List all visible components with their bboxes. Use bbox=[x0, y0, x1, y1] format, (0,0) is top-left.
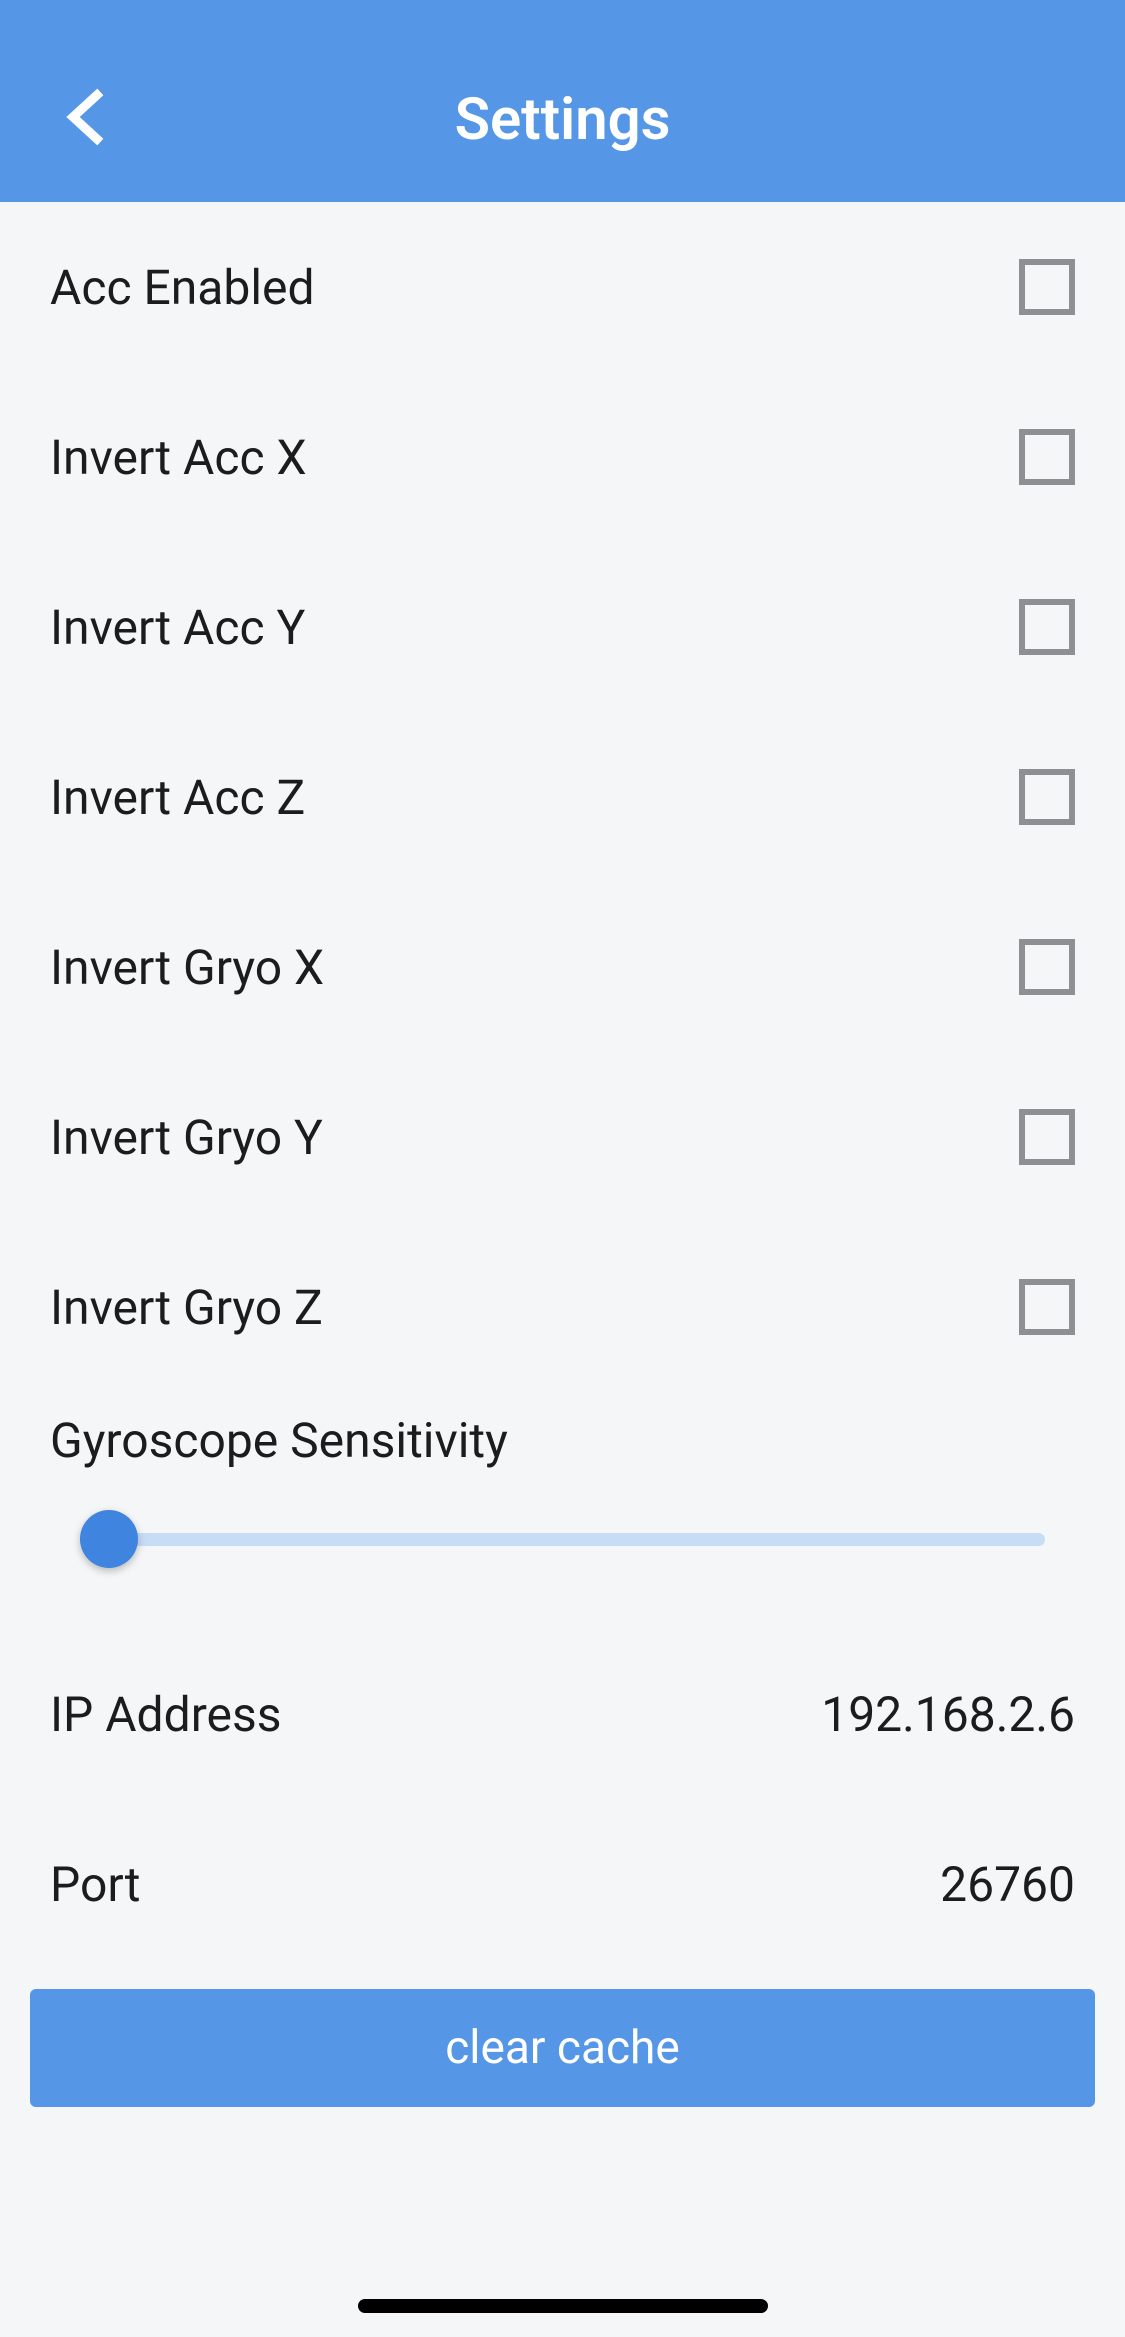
checkbox-invert-acc-x[interactable] bbox=[1019, 429, 1075, 485]
row-invert-gryo-y[interactable]: Invert Gryo Y bbox=[0, 1052, 1125, 1222]
back-button[interactable] bbox=[55, 87, 115, 147]
ip-address-value: 192.168.2.6 bbox=[821, 1686, 1075, 1743]
row-acc-enabled[interactable]: Acc Enabled bbox=[0, 202, 1125, 372]
ip-address-label: IP Address bbox=[50, 1686, 282, 1743]
row-ip-address[interactable]: IP Address 192.168.2.6 bbox=[0, 1629, 1125, 1799]
row-invert-acc-y[interactable]: Invert Acc Y bbox=[0, 542, 1125, 712]
row-label: Invert Gryo Z bbox=[50, 1279, 323, 1336]
checkbox-acc-enabled[interactable] bbox=[1019, 259, 1075, 315]
row-label: Invert Acc Z bbox=[50, 769, 305, 826]
gyroscope-sensitivity-section: Gyroscope Sensitivity bbox=[0, 1392, 1125, 1629]
row-invert-gryo-x[interactable]: Invert Gryo X bbox=[0, 882, 1125, 1052]
page-title: Settings bbox=[455, 86, 671, 154]
port-value: 26760 bbox=[940, 1856, 1075, 1913]
checkbox-invert-gryo-y[interactable] bbox=[1019, 1109, 1075, 1165]
row-port[interactable]: Port 26760 bbox=[0, 1799, 1125, 1969]
row-label: Invert Acc Y bbox=[50, 599, 305, 656]
header: Settings bbox=[0, 0, 1125, 202]
checkbox-invert-acc-y[interactable] bbox=[1019, 599, 1075, 655]
row-label: Acc Enabled bbox=[50, 259, 315, 316]
clear-cache-button[interactable]: clear cache bbox=[30, 1989, 1095, 2107]
settings-list: Acc Enabled Invert Acc X Invert Acc Y In… bbox=[0, 202, 1125, 2107]
slider-label: Gyroscope Sensitivity bbox=[50, 1412, 1075, 1469]
checkbox-invert-acc-z[interactable] bbox=[1019, 769, 1075, 825]
checkbox-invert-gryo-x[interactable] bbox=[1019, 939, 1075, 995]
checkbox-invert-gryo-z[interactable] bbox=[1019, 1279, 1075, 1335]
slider-thumb[interactable] bbox=[80, 1510, 138, 1568]
port-label: Port bbox=[50, 1856, 141, 1913]
row-label: Invert Gryo X bbox=[50, 939, 324, 996]
row-label: Invert Acc X bbox=[50, 429, 307, 486]
home-indicator[interactable] bbox=[358, 2299, 768, 2313]
row-label: Invert Gryo Y bbox=[50, 1109, 323, 1166]
row-invert-gryo-z[interactable]: Invert Gryo Z bbox=[0, 1222, 1125, 1392]
chevron-left-icon bbox=[65, 87, 105, 147]
gyroscope-sensitivity-slider[interactable] bbox=[50, 1509, 1075, 1569]
row-invert-acc-z[interactable]: Invert Acc Z bbox=[0, 712, 1125, 882]
slider-track bbox=[80, 1533, 1045, 1546]
row-invert-acc-x[interactable]: Invert Acc X bbox=[0, 372, 1125, 542]
